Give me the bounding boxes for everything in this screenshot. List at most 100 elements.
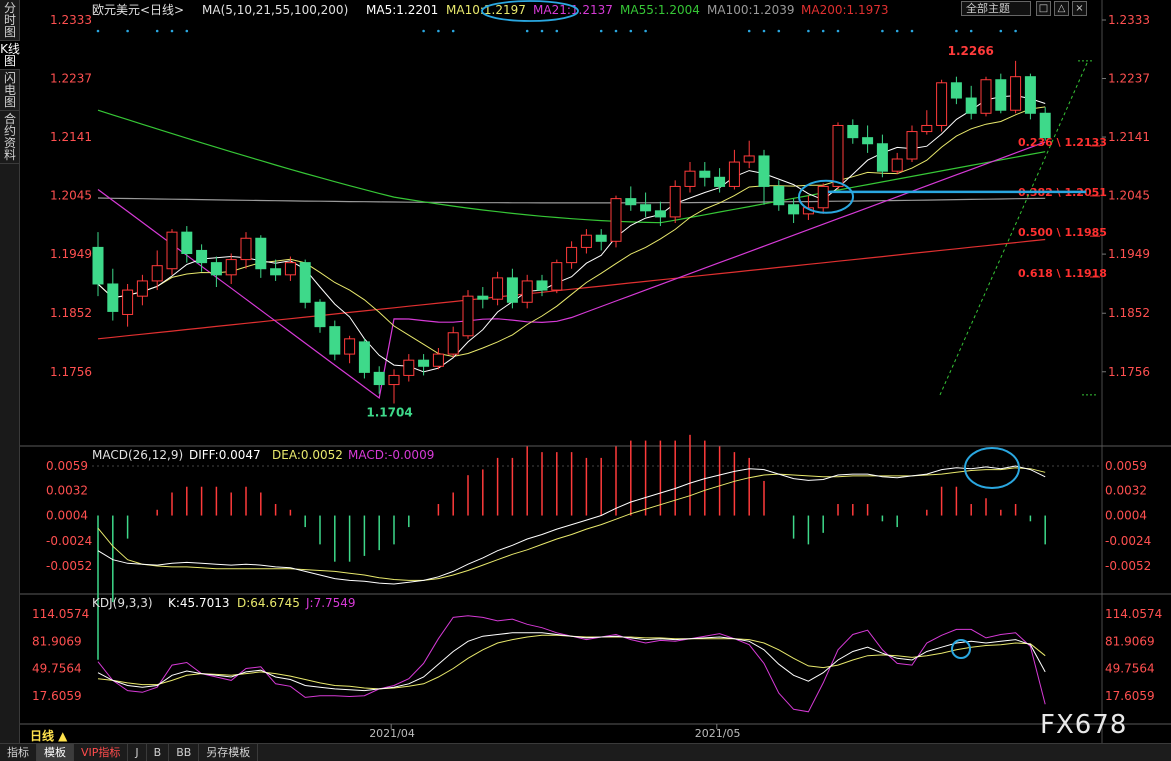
watermark-logo: FX678 <box>1040 710 1128 740</box>
bottom-tab-4[interactable]: B <box>147 744 170 761</box>
ma-legend-1: MA5:1.2201 <box>366 3 438 17</box>
bottom-tab-2[interactable]: VIP指标 <box>74 744 129 761</box>
y-tick-right-6: 1.1756 <box>1108 365 1150 379</box>
candle-body <box>122 289 134 315</box>
chart-window: 分时图 K线图 闪电图 合约资料 欧元美元<日线> MA(5,10,21,55,100,… <box>0 0 1171 761</box>
chart-canvas: 欧元美元<日线> MA(5,10,21,55,100,200) MA5:1.2201… <box>20 0 1171 743</box>
all-themes-button[interactable]: 全部主题 <box>961 1 1031 16</box>
bottom-tab-5[interactable]: BB <box>169 744 200 761</box>
candle-body <box>788 204 800 215</box>
top-marker-dot <box>777 29 781 33</box>
candle-body <box>1010 76 1022 111</box>
top-marker-dot <box>747 29 751 33</box>
candle-body <box>92 246 104 285</box>
candle-body <box>714 176 726 187</box>
left-vertical-tabs: 分时图 K线图 闪电图 合约资料 <box>0 0 20 743</box>
macd-y-left-1: 0.0032 <box>46 483 88 497</box>
bottom-tab-0[interactable]: 指标 <box>0 744 37 761</box>
candle-body <box>699 170 711 178</box>
price-annotation-1: 1.1704 <box>366 405 412 419</box>
kdj-y-right-0: 114.0574 <box>1105 607 1162 621</box>
candle-body <box>817 185 829 209</box>
y-tick-left-2: 1.2141 <box>50 130 92 144</box>
macd-legend-1: DIFF:0.0047 <box>189 448 261 462</box>
candle-body <box>625 198 637 206</box>
candle-body <box>669 185 681 218</box>
candle-body <box>373 371 385 386</box>
top-marker-dot <box>1014 29 1017 33</box>
candle-body <box>506 277 518 303</box>
kdj-y-right-2: 49.7564 <box>1105 662 1155 676</box>
macd-legend-2: DEA:0.0052 <box>272 448 343 462</box>
candle-body <box>432 353 444 367</box>
macd-y-left-0: 0.0059 <box>46 459 88 473</box>
candle-body <box>995 79 1007 111</box>
top-marker-dot <box>599 29 603 33</box>
y-tick-left-1: 1.2237 <box>50 72 92 86</box>
macd-legend-3: MACD:-0.0009 <box>348 448 434 462</box>
candle-body <box>210 262 222 276</box>
left-tab-2[interactable]: 闪电图 <box>0 70 20 111</box>
fib-label-2: 0.500 \ 1.1985 <box>1018 226 1107 239</box>
top-marker-dot <box>451 29 455 33</box>
bottom-tab-1[interactable]: 模板 <box>37 744 74 761</box>
top-marker-dot <box>185 29 189 33</box>
macd-y-left-4: -0.0052 <box>46 559 92 573</box>
kdj-y-left-0: 114.0574 <box>32 607 89 621</box>
top-marker-dot <box>762 29 766 33</box>
candle-body <box>462 295 474 337</box>
left-tab-3[interactable]: 合约资料 <box>0 111 20 164</box>
macd-y-right-4: -0.0052 <box>1105 559 1151 573</box>
candle-body <box>477 295 489 300</box>
candle-body <box>906 131 918 160</box>
top-marker-dot <box>170 29 174 33</box>
candle-body <box>151 265 163 282</box>
collapse-button[interactable]: △ <box>1054 1 1069 16</box>
candle-body <box>580 234 592 248</box>
candle-body <box>595 234 607 242</box>
top-marker-dot <box>525 29 529 33</box>
y-tick-left-6: 1.1756 <box>50 365 92 379</box>
kdj-legend-0: KDJ(9,3,3) <box>92 596 153 610</box>
top-marker-dot <box>955 29 958 33</box>
top-marker-dot <box>644 29 647 33</box>
kdj-y-right-1: 81.9069 <box>1105 634 1155 648</box>
macd-y-right-3: -0.0024 <box>1105 534 1151 548</box>
macd-legend-0: MACD(26,12,9) <box>92 448 183 462</box>
candle-body <box>314 301 326 328</box>
candle-body <box>447 332 459 355</box>
kdj-y-left-3: 17.6059 <box>32 689 82 703</box>
left-tab-1[interactable]: K线图 <box>0 41 20 70</box>
candle-body <box>832 124 844 187</box>
candle-body <box>773 185 785 206</box>
candle-body <box>743 155 755 163</box>
bottom-tab-6[interactable]: 另存模板 <box>199 744 259 761</box>
top-marker-dot <box>821 29 825 33</box>
kdj-legend-1: K:45.7013 <box>168 596 230 610</box>
kdj-legend-2: D:64.6745 <box>237 596 300 610</box>
macd-y-right-1: 0.0032 <box>1105 483 1147 497</box>
candle-body <box>847 124 859 139</box>
top-marker-dot <box>999 29 1003 33</box>
y-tick-right-0: 1.2333 <box>1108 13 1150 27</box>
period-selector[interactable]: 日线 ▲ <box>30 727 67 744</box>
left-tab-0[interactable]: 分时图 <box>0 0 20 41</box>
top-marker-dot <box>555 29 559 33</box>
top-marker-dot <box>629 29 633 33</box>
ma-legend-0: MA(5,10,21,55,100,200) <box>202 3 348 17</box>
restore-button[interactable]: □ <box>1036 1 1051 16</box>
close-button[interactable]: × <box>1072 1 1087 16</box>
y-tick-left-3: 1.2045 <box>50 189 92 203</box>
candle-body <box>921 124 933 133</box>
candle-body <box>270 268 282 276</box>
candle-body <box>255 237 267 270</box>
top-marker-dot <box>807 29 810 33</box>
candle-body <box>876 143 888 172</box>
bottom-tab-3[interactable]: J <box>128 744 147 761</box>
candle-body <box>684 170 696 187</box>
chart-title: 欧元美元<日线> <box>92 3 184 17</box>
ma-legend-6: MA200:1.1973 <box>801 3 889 17</box>
y-tick-right-2: 1.2141 <box>1108 130 1150 144</box>
top-marker-dot <box>836 29 840 33</box>
candle-body <box>566 246 578 264</box>
